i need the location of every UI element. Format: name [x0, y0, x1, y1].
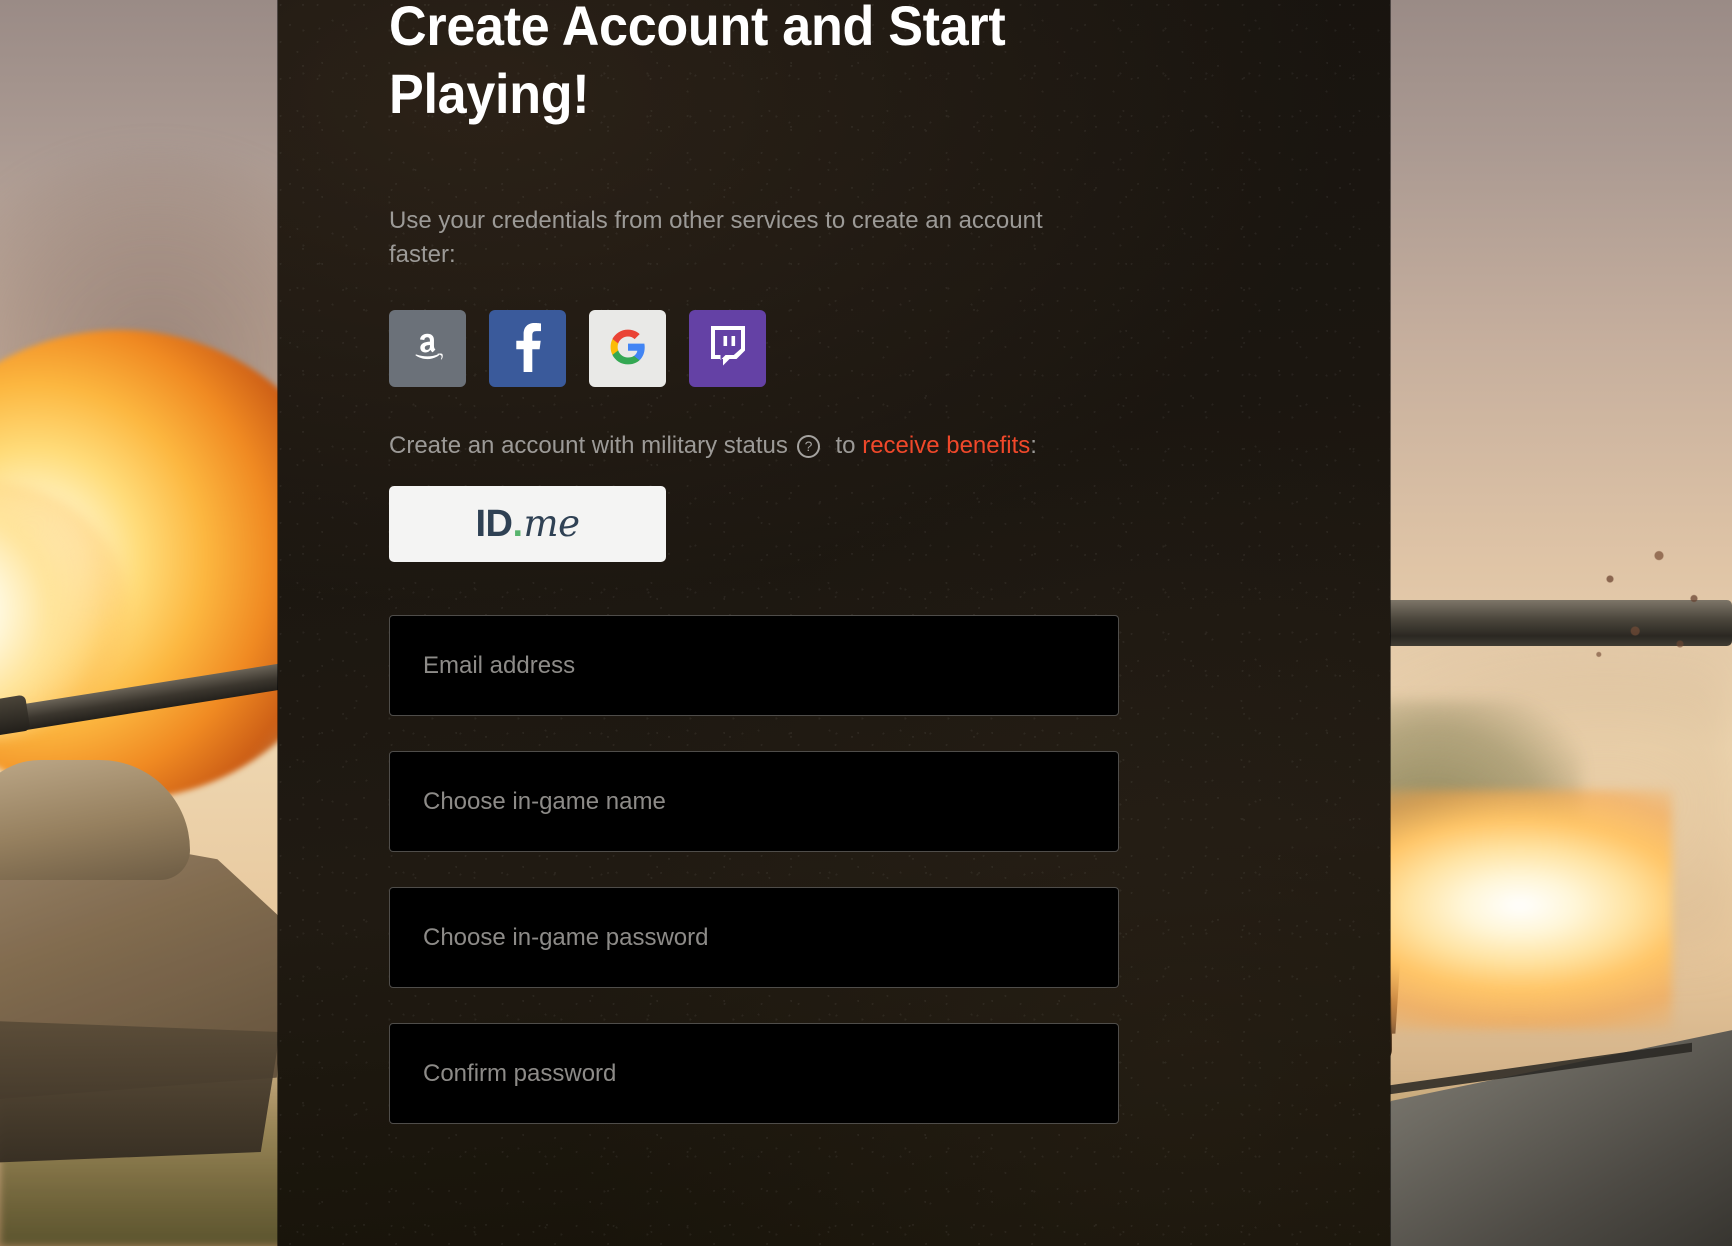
idme-logo-dot: . — [512, 503, 523, 545]
page-title: Create Account and Start Playing! — [389, 0, 1006, 125]
twitch-login-button[interactable] — [689, 310, 766, 387]
email-field[interactable] — [389, 615, 1119, 716]
military-status-text-before: Create an account with military status — [389, 432, 788, 459]
facebook-login-button[interactable] — [489, 310, 566, 387]
registration-form: Create Account and Start Playing! Use yo… — [278, 0, 1390, 1124]
facebook-icon — [505, 322, 551, 375]
google-login-button[interactable] — [589, 310, 666, 387]
google-icon — [609, 328, 647, 369]
idme-logo-icon: ID . me — [475, 502, 580, 546]
military-status-text-after: : — [1030, 432, 1037, 459]
military-status-line: Create an account with military status ?… — [389, 429, 1149, 463]
registration-panel: Create Account and Start Playing! Use yo… — [278, 0, 1390, 1246]
amazon-login-button[interactable] — [389, 310, 466, 387]
twitch-icon — [706, 324, 750, 373]
credential-fields — [389, 615, 1390, 1124]
amazon-icon — [406, 325, 450, 372]
tank-left-turret — [0, 760, 190, 880]
idme-logo-id: ID — [475, 503, 513, 545]
receive-benefits-link[interactable]: receive benefits — [862, 429, 1030, 463]
military-status-text-middle: to — [828, 432, 863, 459]
ingame-name-field[interactable] — [389, 751, 1119, 852]
tank-left-muzzle — [0, 694, 31, 738]
tank-left-tracks — [0, 1020, 280, 1164]
social-login-heading: Use your credentials from other services… — [389, 207, 1043, 268]
svg-text:?: ? — [804, 439, 812, 454]
idme-login-button[interactable]: ID . me — [389, 486, 666, 562]
confirm-password-field[interactable] — [389, 1023, 1119, 1124]
debris-particles — [1582, 540, 1722, 670]
ingame-password-field[interactable] — [389, 887, 1119, 988]
social-login-buttons — [389, 310, 1390, 387]
idme-logo-me: me — [523, 502, 580, 545]
question-mark-circle-icon[interactable]: ? — [796, 434, 820, 458]
